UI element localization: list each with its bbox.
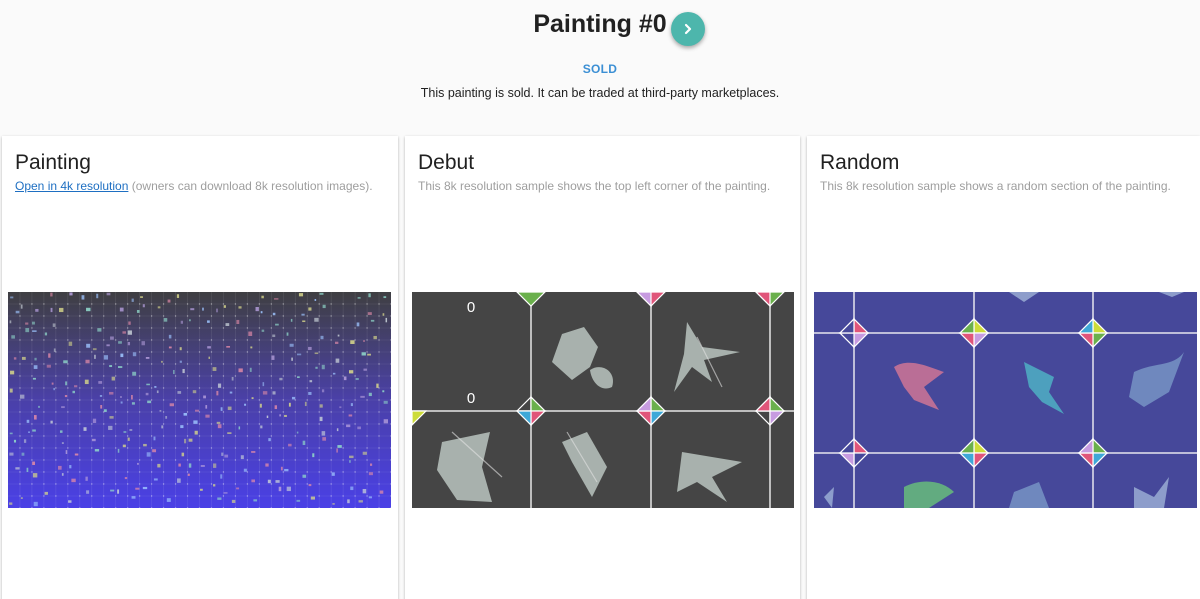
title-row: Painting #0 — [0, 6, 1200, 46]
debut-label-top: 0 — [467, 299, 475, 316]
chevron-right-icon — [684, 23, 692, 35]
card-title: Painting — [15, 151, 91, 174]
status-text: This painting is sold. It can be traded … — [420, 86, 780, 100]
card-subtitle: This 8k resolution sample shows a random… — [820, 179, 1171, 193]
open-4k-link[interactable]: Open in 4k resolution — [15, 179, 128, 193]
status-badge: SOLD — [582, 62, 618, 76]
next-painting-button[interactable] — [671, 12, 705, 46]
card-subtitle-rest: (owners can download 8k resolution image… — [128, 179, 373, 193]
card-subtitle: This 8k resolution sample shows the top … — [418, 179, 771, 193]
card-title: Random — [820, 151, 900, 174]
debut-image: 0 0 — [412, 292, 794, 508]
card-subtitle: Open in 4k resolution (owners can downlo… — [15, 179, 373, 193]
painting-thumbnail — [8, 292, 391, 508]
painting-card: Painting Open in 4k resolution (owners c… — [2, 136, 398, 599]
random-sample — [814, 292, 1197, 508]
painting-image — [8, 292, 391, 508]
page-header: Painting #0 SOLD This painting is sold. … — [0, 0, 1200, 130]
card-title: Debut — [418, 151, 475, 174]
debut-sample: 0 0 — [412, 292, 794, 508]
page-title: Painting #0 — [533, 10, 667, 38]
random-card: Random This 8k resolution sample shows a… — [807, 136, 1200, 599]
random-image — [814, 292, 1197, 508]
debut-label-bottom: 0 — [467, 390, 475, 407]
debut-card: Debut This 8k resolution sample shows th… — [405, 136, 800, 599]
